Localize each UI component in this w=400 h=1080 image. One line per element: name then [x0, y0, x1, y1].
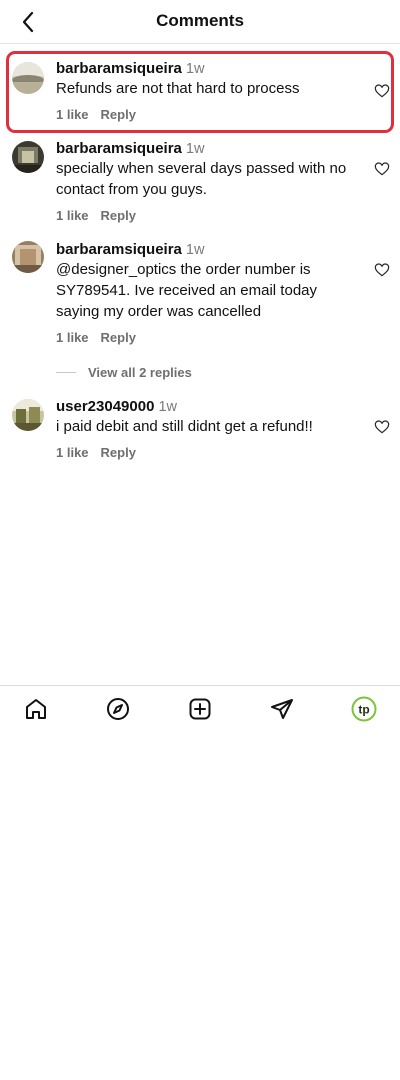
comment-text: specially when several days passed with … [56, 160, 347, 198]
comment-username[interactable]: user23049000 [56, 398, 154, 415]
explore-icon [107, 698, 129, 720]
replies-divider [56, 371, 76, 373]
view-replies-label: View all 2 replies [88, 364, 192, 380]
home-icon [26, 699, 46, 719]
tab-explore[interactable] [105, 696, 131, 722]
bottom-tab-bar: tp [0, 685, 400, 731]
profile-initials: tp [358, 703, 369, 717]
tab-new-post[interactable] [187, 696, 213, 722]
comment-time: 1w [185, 141, 205, 157]
comment-text: i paid debit and still didnt get a refun… [56, 418, 313, 435]
like-count[interactable]: 1 like [56, 208, 89, 223]
heart-icon[interactable] [374, 419, 390, 435]
page-title: Comments [156, 11, 244, 30]
like-count[interactable]: 1 like [56, 445, 89, 460]
heart-icon[interactable] [374, 262, 390, 278]
heart-icon[interactable] [374, 161, 390, 177]
reply-button[interactable]: Reply [101, 445, 136, 460]
highlight-box [6, 51, 394, 133]
avatar[interactable] [12, 241, 44, 273]
comment-username[interactable]: barbaramsiqueira [56, 140, 182, 157]
comment-time: 1w [158, 399, 177, 415]
header: Comments [0, 0, 400, 44]
view-replies-button[interactable]: View all 2 replies [56, 364, 192, 380]
avatar[interactable] [12, 141, 44, 173]
like-count[interactable]: 1 like [56, 330, 89, 345]
tab-profile[interactable]: tp [351, 696, 377, 722]
comment-text: @designer_optics the order number is SY7… [56, 261, 317, 320]
comment-time: 1w [185, 242, 205, 258]
reply-button[interactable]: Reply [101, 330, 136, 345]
profile-avatar-icon: tp [351, 696, 377, 722]
direct-icon [271, 699, 293, 719]
reply-button[interactable]: Reply [101, 208, 136, 223]
new-post-icon [189, 698, 211, 720]
tab-home[interactable] [23, 696, 49, 722]
avatar[interactable] [12, 399, 44, 431]
comment-username[interactable]: barbaramsiqueira [56, 241, 182, 258]
tab-direct[interactable] [269, 696, 295, 722]
